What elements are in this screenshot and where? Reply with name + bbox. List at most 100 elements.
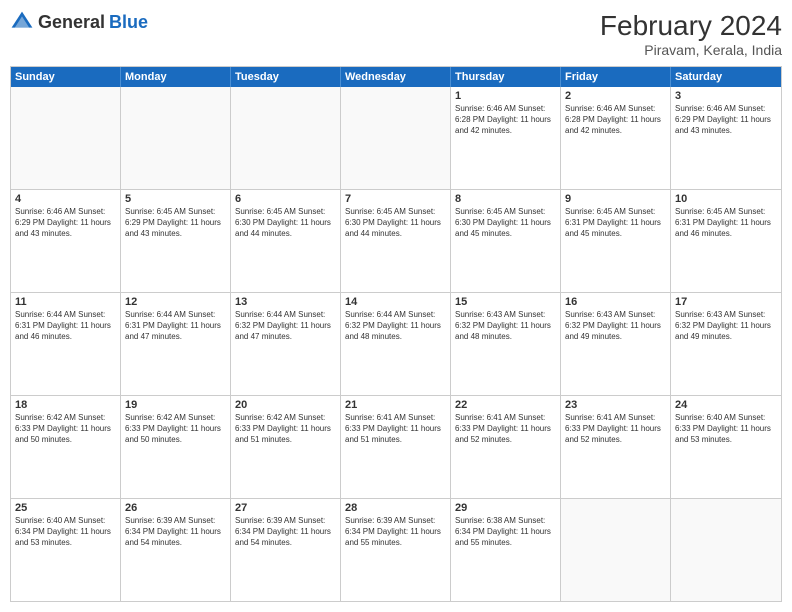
table-row: 25Sunrise: 6:40 AM Sunset: 6:34 PM Dayli… [11,499,121,601]
table-row: 22Sunrise: 6:41 AM Sunset: 6:33 PM Dayli… [451,396,561,498]
header-tuesday: Tuesday [231,67,341,87]
page: General Blue February 2024 Piravam, Kera… [0,0,792,612]
table-row: 6Sunrise: 6:45 AM Sunset: 6:30 PM Daylig… [231,190,341,292]
location: Piravam, Kerala, India [600,42,782,58]
day-info: Sunrise: 6:46 AM Sunset: 6:29 PM Dayligh… [15,206,116,240]
day-number: 12 [125,296,226,308]
table-row: 2Sunrise: 6:46 AM Sunset: 6:28 PM Daylig… [561,87,671,189]
day-info: Sunrise: 6:43 AM Sunset: 6:32 PM Dayligh… [675,309,777,343]
day-number: 18 [15,399,116,411]
table-row: 9Sunrise: 6:45 AM Sunset: 6:31 PM Daylig… [561,190,671,292]
day-number: 10 [675,193,777,205]
table-row: 5Sunrise: 6:45 AM Sunset: 6:29 PM Daylig… [121,190,231,292]
day-number: 22 [455,399,556,411]
header-saturday: Saturday [671,67,781,87]
table-row: 14Sunrise: 6:44 AM Sunset: 6:32 PM Dayli… [341,293,451,395]
day-number: 8 [455,193,556,205]
table-row: 18Sunrise: 6:42 AM Sunset: 6:33 PM Dayli… [11,396,121,498]
day-info: Sunrise: 6:45 AM Sunset: 6:31 PM Dayligh… [675,206,777,240]
day-info: Sunrise: 6:39 AM Sunset: 6:34 PM Dayligh… [345,515,446,549]
table-row: 29Sunrise: 6:38 AM Sunset: 6:34 PM Dayli… [451,499,561,601]
table-row: 27Sunrise: 6:39 AM Sunset: 6:34 PM Dayli… [231,499,341,601]
day-number: 13 [235,296,336,308]
day-info: Sunrise: 6:41 AM Sunset: 6:33 PM Dayligh… [565,412,666,446]
day-number: 28 [345,502,446,514]
day-info: Sunrise: 6:46 AM Sunset: 6:29 PM Dayligh… [675,103,777,137]
day-info: Sunrise: 6:40 AM Sunset: 6:33 PM Dayligh… [675,412,777,446]
header-wednesday: Wednesday [341,67,451,87]
table-row: 1Sunrise: 6:46 AM Sunset: 6:28 PM Daylig… [451,87,561,189]
day-info: Sunrise: 6:40 AM Sunset: 6:34 PM Dayligh… [15,515,116,549]
day-number: 26 [125,502,226,514]
day-number: 7 [345,193,446,205]
day-info: Sunrise: 6:39 AM Sunset: 6:34 PM Dayligh… [235,515,336,549]
table-row [231,87,341,189]
logo-blue: Blue [109,12,148,33]
day-number: 2 [565,90,666,102]
logo-icon [10,10,34,34]
table-row: 4Sunrise: 6:46 AM Sunset: 6:29 PM Daylig… [11,190,121,292]
table-row: 24Sunrise: 6:40 AM Sunset: 6:33 PM Dayli… [671,396,781,498]
day-number: 14 [345,296,446,308]
table-row: 17Sunrise: 6:43 AM Sunset: 6:32 PM Dayli… [671,293,781,395]
day-info: Sunrise: 6:42 AM Sunset: 6:33 PM Dayligh… [235,412,336,446]
day-info: Sunrise: 6:44 AM Sunset: 6:31 PM Dayligh… [15,309,116,343]
day-number: 21 [345,399,446,411]
day-info: Sunrise: 6:44 AM Sunset: 6:32 PM Dayligh… [345,309,446,343]
header-monday: Monday [121,67,231,87]
day-number: 24 [675,399,777,411]
logo-general: General [38,12,105,33]
table-row: 7Sunrise: 6:45 AM Sunset: 6:30 PM Daylig… [341,190,451,292]
table-row: 15Sunrise: 6:43 AM Sunset: 6:32 PM Dayli… [451,293,561,395]
calendar-week-5: 25Sunrise: 6:40 AM Sunset: 6:34 PM Dayli… [11,498,781,601]
month-year: February 2024 [600,10,782,42]
table-row [341,87,451,189]
day-number: 5 [125,193,226,205]
day-number: 19 [125,399,226,411]
day-info: Sunrise: 6:43 AM Sunset: 6:32 PM Dayligh… [565,309,666,343]
day-number: 1 [455,90,556,102]
day-info: Sunrise: 6:42 AM Sunset: 6:33 PM Dayligh… [15,412,116,446]
day-info: Sunrise: 6:45 AM Sunset: 6:29 PM Dayligh… [125,206,226,240]
table-row: 26Sunrise: 6:39 AM Sunset: 6:34 PM Dayli… [121,499,231,601]
day-number: 16 [565,296,666,308]
table-row [11,87,121,189]
table-row: 20Sunrise: 6:42 AM Sunset: 6:33 PM Dayli… [231,396,341,498]
day-number: 15 [455,296,556,308]
day-number: 6 [235,193,336,205]
day-number: 4 [15,193,116,205]
day-info: Sunrise: 6:45 AM Sunset: 6:30 PM Dayligh… [455,206,556,240]
table-row: 19Sunrise: 6:42 AM Sunset: 6:33 PM Dayli… [121,396,231,498]
day-number: 25 [15,502,116,514]
day-number: 20 [235,399,336,411]
calendar-header: Sunday Monday Tuesday Wednesday Thursday… [11,67,781,87]
table-row [671,499,781,601]
day-info: Sunrise: 6:41 AM Sunset: 6:33 PM Dayligh… [455,412,556,446]
table-row: 10Sunrise: 6:45 AM Sunset: 6:31 PM Dayli… [671,190,781,292]
title-area: February 2024 Piravam, Kerala, India [600,10,782,58]
calendar: Sunday Monday Tuesday Wednesday Thursday… [10,66,782,602]
calendar-week-2: 4Sunrise: 6:46 AM Sunset: 6:29 PM Daylig… [11,189,781,292]
day-info: Sunrise: 6:45 AM Sunset: 6:30 PM Dayligh… [235,206,336,240]
logo: General Blue [10,10,148,34]
table-row: 21Sunrise: 6:41 AM Sunset: 6:33 PM Dayli… [341,396,451,498]
table-row: 8Sunrise: 6:45 AM Sunset: 6:30 PM Daylig… [451,190,561,292]
calendar-week-3: 11Sunrise: 6:44 AM Sunset: 6:31 PM Dayli… [11,292,781,395]
header: General Blue February 2024 Piravam, Kera… [10,10,782,58]
table-row: 13Sunrise: 6:44 AM Sunset: 6:32 PM Dayli… [231,293,341,395]
table-row: 23Sunrise: 6:41 AM Sunset: 6:33 PM Dayli… [561,396,671,498]
table-row: 16Sunrise: 6:43 AM Sunset: 6:32 PM Dayli… [561,293,671,395]
day-info: Sunrise: 6:45 AM Sunset: 6:30 PM Dayligh… [345,206,446,240]
day-number: 3 [675,90,777,102]
day-number: 17 [675,296,777,308]
calendar-week-4: 18Sunrise: 6:42 AM Sunset: 6:33 PM Dayli… [11,395,781,498]
day-number: 29 [455,502,556,514]
day-info: Sunrise: 6:46 AM Sunset: 6:28 PM Dayligh… [565,103,666,137]
table-row: 12Sunrise: 6:44 AM Sunset: 6:31 PM Dayli… [121,293,231,395]
day-info: Sunrise: 6:45 AM Sunset: 6:31 PM Dayligh… [565,206,666,240]
table-row: 11Sunrise: 6:44 AM Sunset: 6:31 PM Dayli… [11,293,121,395]
day-info: Sunrise: 6:44 AM Sunset: 6:32 PM Dayligh… [235,309,336,343]
day-number: 9 [565,193,666,205]
calendar-week-1: 1 Sunrise: 6:46 AM Sunset: 6:28 PM Daylig… [11,87,781,189]
day-info: Sunrise: 6:38 AM Sunset: 6:34 PM Dayligh… [455,515,556,549]
